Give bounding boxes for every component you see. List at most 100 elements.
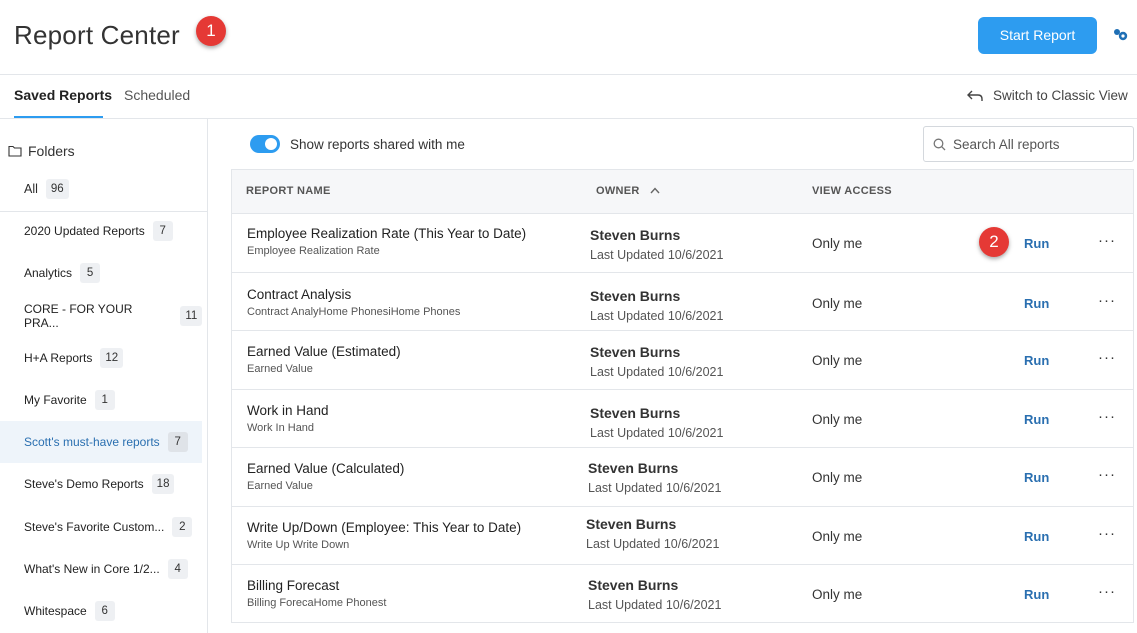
callout-badge-2: 2 — [979, 227, 1009, 257]
folder-item[interactable]: CORE - FOR YOUR PRA... 11 — [0, 295, 202, 337]
report-subtitle: Work In Hand — [247, 421, 315, 434]
folder-label: Steve's Demo Reports — [24, 477, 144, 491]
folder-item[interactable]: Whitespace 6 — [0, 590, 202, 632]
folders-sidebar: Folders All 96 2020 Updated Reports 7 Ana… — [0, 119, 208, 633]
more-options-icon[interactable]: ··· — [1098, 292, 1116, 309]
table-row[interactable]: Work in Hand Work In Hand Steven Burns L… — [232, 390, 1133, 448]
table-row[interactable]: Contract Analysis Contract AnalyHome Pho… — [232, 273, 1133, 331]
folder-count: 7 — [167, 432, 188, 452]
more-options-icon[interactable]: ··· — [1098, 466, 1116, 483]
report-view-access: Only me — [812, 353, 863, 368]
report-name[interactable]: Billing Forecast — [247, 578, 339, 593]
sort-ascending-icon[interactable] — [650, 187, 660, 194]
folder-item[interactable]: Analytics 5 — [0, 252, 202, 294]
run-button[interactable]: Run — [1024, 236, 1049, 251]
report-owner: Steven Burns — [586, 515, 677, 532]
folder-item[interactable]: Steve's Demo Reports 18 — [0, 463, 202, 505]
shared-reports-toggle-label: Show reports shared with me — [290, 136, 465, 152]
column-header-view-access[interactable]: VIEW ACCESS — [812, 185, 892, 197]
table-row[interactable]: Billing Forecast Billing ForecaHome Phon… — [232, 565, 1133, 624]
header-bar: Report Center 1 Start Report — [0, 0, 1137, 75]
folder-label: Analytics — [24, 266, 73, 280]
run-button[interactable]: Run — [1024, 353, 1049, 368]
column-header-report-name[interactable]: REPORT NAME — [246, 185, 331, 197]
folder-label: CORE - FOR YOUR PRA... — [24, 302, 133, 330]
folder-label: My Favorite — [24, 393, 87, 407]
run-button[interactable]: Run — [1024, 587, 1049, 602]
report-view-access: Only me — [812, 528, 863, 544]
report-view-access: Only me — [812, 236, 863, 251]
folder-item[interactable]: H+A Reports 12 — [0, 337, 202, 379]
report-owner: Steven Burns — [590, 344, 681, 360]
more-options-icon[interactable]: ··· — [1098, 583, 1116, 600]
report-updated: Last Updated 10/6/2021 — [590, 365, 724, 379]
report-updated: Last Updated 10/6/2021 — [588, 598, 722, 612]
settings-icon[interactable] — [1112, 27, 1128, 43]
report-owner: Steven Burns — [590, 404, 681, 421]
report-updated: Last Updated 10/6/2021 — [590, 248, 724, 262]
table-row[interactable]: Earned Value (Estimated) Earned Value St… — [232, 331, 1133, 390]
report-subtitle: Earned Value — [247, 363, 313, 375]
run-button[interactable]: Run — [1024, 412, 1049, 427]
shared-reports-toggle-row: Show reports shared with me — [250, 135, 465, 153]
folders-header[interactable]: Folders — [8, 143, 75, 159]
report-subtitle: Contract AnalyHome PhonesiHome Phones — [247, 305, 461, 318]
more-options-icon[interactable]: ··· — [1098, 408, 1116, 425]
report-subtitle: Write Up Write Down — [247, 538, 350, 551]
folder-icon — [8, 145, 22, 157]
report-name[interactable]: Earned Value (Calculated) — [247, 461, 404, 476]
report-view-access: Only me — [812, 470, 863, 485]
folder-item[interactable]: My Favorite 1 — [0, 379, 202, 421]
tab-bar: Saved Reports Scheduled Switch to Classi… — [0, 75, 1137, 119]
folder-item[interactable]: Steve's Favorite Custom... 2 — [0, 506, 202, 548]
folder-all-label: All — [24, 182, 38, 196]
folder-count: 2 — [172, 517, 193, 537]
report-name[interactable]: Write Up/Down (Employee: This Year to Da… — [247, 520, 521, 535]
search-input[interactable] — [953, 136, 1123, 152]
run-button[interactable]: Run — [1024, 470, 1049, 485]
page-title: Report Center — [14, 20, 180, 50]
folder-count: 1 — [94, 390, 115, 410]
report-name[interactable]: Contract Analysis — [247, 287, 351, 302]
search-icon — [933, 138, 946, 150]
report-view-access: Only me — [812, 587, 863, 602]
shared-reports-toggle[interactable] — [250, 135, 280, 153]
start-report-button[interactable]: Start Report — [978, 17, 1097, 54]
report-owner: Steven Burns — [588, 460, 679, 476]
report-updated: Last Updated 10/6/2021 — [586, 536, 720, 551]
report-updated: Last Updated 10/6/2021 — [590, 308, 724, 323]
folder-item-selected[interactable]: Scott's must-have reports 7 — [0, 421, 202, 463]
report-subtitle: Earned Value — [247, 480, 313, 492]
folder-count: 6 — [94, 601, 115, 621]
folder-label: Whitespace — [24, 604, 87, 618]
table-row[interactable]: Earned Value (Calculated) Earned Value S… — [232, 448, 1133, 507]
run-button[interactable]: Run — [1024, 529, 1049, 544]
folder-all[interactable]: All 96 — [24, 179, 69, 199]
folder-label: Steve's Favorite Custom... — [24, 520, 165, 534]
report-name[interactable]: Work in Hand — [247, 403, 329, 418]
more-options-icon[interactable]: ··· — [1098, 349, 1116, 366]
tab-saved-reports[interactable]: Saved Reports — [14, 87, 112, 103]
table-row[interactable]: Write Up/Down (Employee: This Year to Da… — [232, 507, 1133, 565]
column-header-owner[interactable]: OWNER — [596, 185, 640, 197]
report-owner: Steven Burns — [590, 287, 681, 304]
folder-item[interactable]: 2020 Updated Reports 7 — [0, 210, 202, 252]
more-options-icon[interactable]: ··· — [1098, 525, 1116, 542]
report-name[interactable]: Earned Value (Estimated) — [247, 344, 401, 359]
active-tab-indicator — [14, 116, 103, 118]
run-button[interactable]: Run — [1024, 296, 1049, 311]
folder-count: 18 — [151, 474, 175, 494]
return-arrow-icon — [967, 90, 983, 101]
report-name[interactable]: Employee Realization Rate (This Year to … — [247, 226, 526, 241]
table-header: REPORT NAME OWNER VIEW ACCESS — [232, 170, 1133, 214]
more-options-icon[interactable]: ··· — [1098, 232, 1116, 249]
switch-classic-view-link[interactable]: Switch to Classic View — [967, 88, 1128, 103]
report-updated: Last Updated 10/6/2021 — [590, 425, 724, 440]
folder-item[interactable]: What's New in Core 1/2... 4 — [0, 548, 202, 590]
folder-count: 5 — [80, 263, 101, 283]
folder-label: H+A Reports — [24, 351, 93, 365]
report-owner: Steven Burns — [588, 577, 679, 593]
report-view-access: Only me — [812, 411, 863, 427]
report-subtitle: Billing ForecaHome Phonest — [247, 597, 387, 609]
tab-scheduled[interactable]: Scheduled — [124, 87, 190, 103]
